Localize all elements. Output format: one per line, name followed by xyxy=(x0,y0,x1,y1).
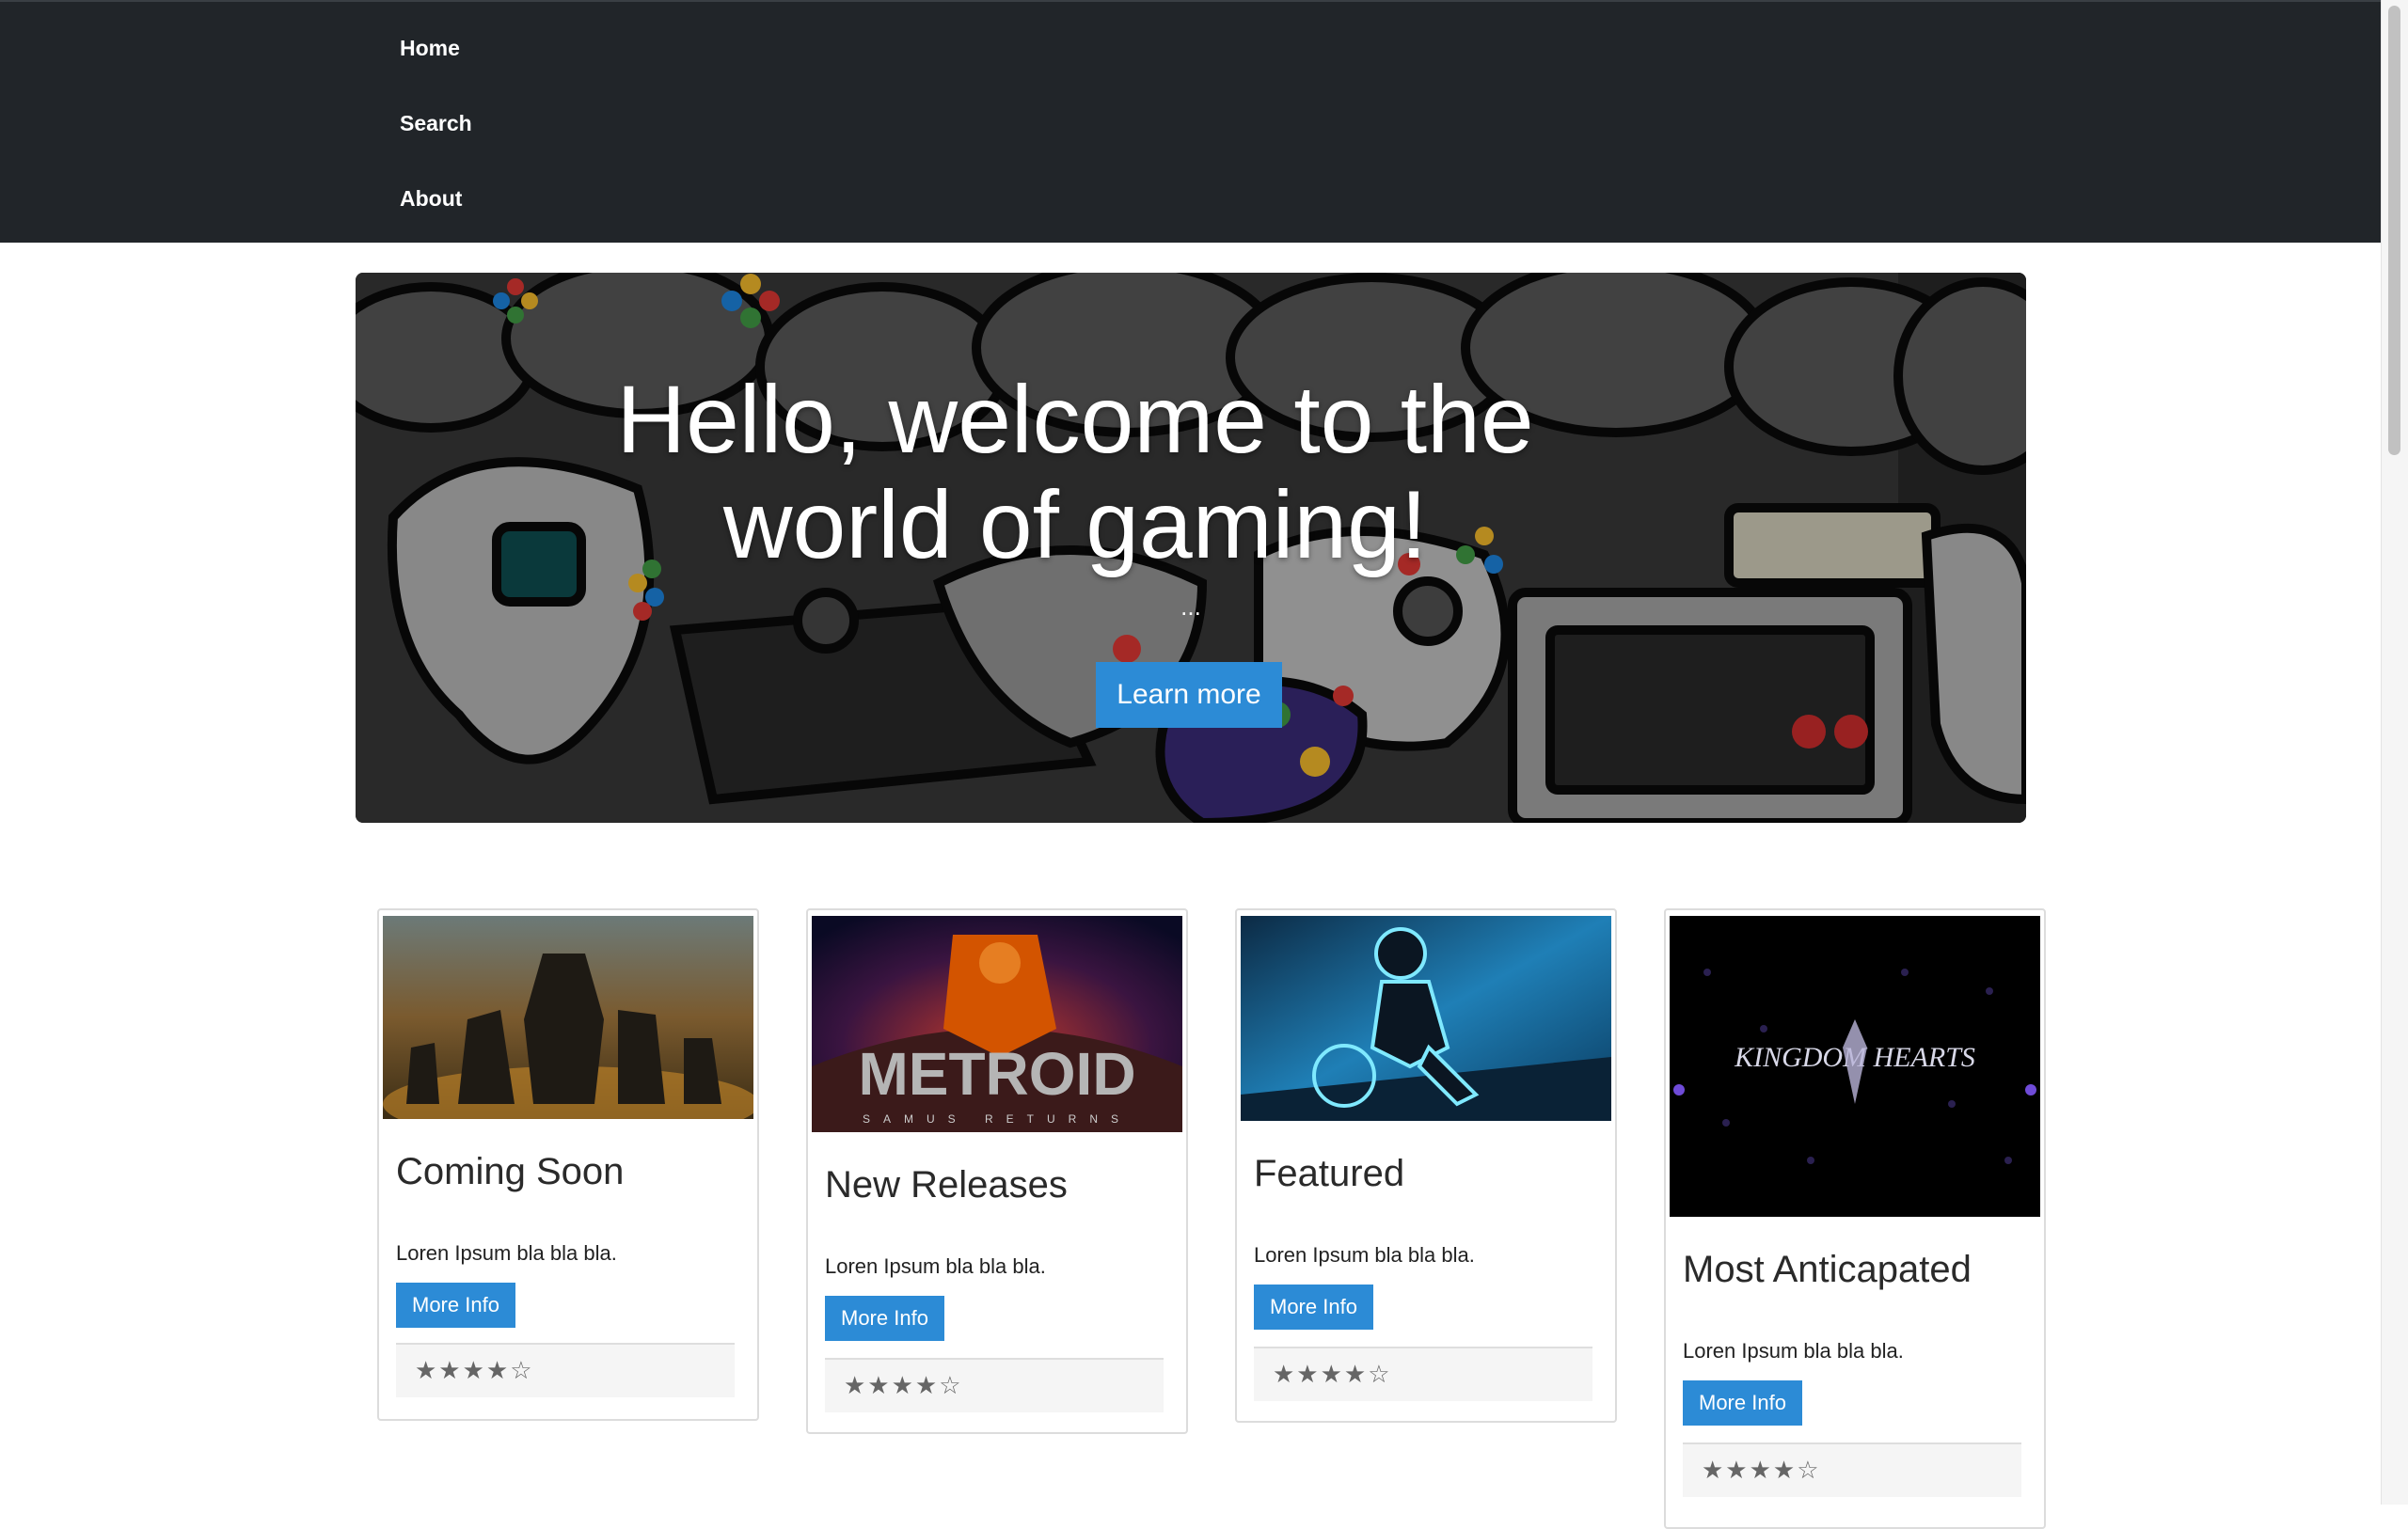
hero-jumbotron: Hello, welcome to the world of gaming! .… xyxy=(356,273,2026,823)
card-text: Loren Ipsum bla bla bla. xyxy=(1683,1339,1904,1363)
card-title: New Releases xyxy=(825,1164,1068,1206)
more-info-button[interactable]: More Info xyxy=(1254,1285,1373,1330)
card-coming-soon: Coming Soon Loren Ipsum bla bla bla. Mor… xyxy=(377,908,759,1421)
nav-search-link[interactable]: Search xyxy=(400,109,472,137)
scrollbar-thumb[interactable] xyxy=(2388,6,2400,455)
metroid-logo-text: METROID xyxy=(858,1040,1135,1108)
card-new-releases: METROID SAMUS RETURNS New Releases Loren… xyxy=(806,908,1188,1434)
kingdom-hearts-image: KINGDOM HEARTS xyxy=(1670,916,2040,1217)
card-title: Coming Soon xyxy=(396,1151,625,1192)
card-text: Loren Ipsum bla bla bla. xyxy=(1254,1243,1475,1267)
card-rating: ★★★★☆ xyxy=(1683,1442,2021,1497)
card-rating: ★★★★☆ xyxy=(825,1358,1164,1412)
card-title: Featured xyxy=(1254,1153,1405,1194)
more-info-button[interactable]: More Info xyxy=(1683,1380,1802,1426)
nav-home-link[interactable]: Home xyxy=(400,34,460,62)
card-rating: ★★★★☆ xyxy=(396,1343,735,1397)
card-title: Most Anticapated xyxy=(1683,1249,1972,1290)
more-info-button[interactable]: More Info xyxy=(396,1283,515,1328)
card-text: Loren Ipsum bla bla bla. xyxy=(396,1241,617,1265)
nav-about-link[interactable]: About xyxy=(400,184,462,213)
card-rating: ★★★★☆ xyxy=(1254,1347,1592,1401)
metroid-samus-returns-image: METROID SAMUS RETURNS xyxy=(812,916,1182,1132)
card-most-anticipated: KINGDOM HEARTS Most Anticapated Loren Ip… xyxy=(1664,908,2046,1529)
card-featured: Featured Loren Ipsum bla bla bla. More I… xyxy=(1235,908,1617,1423)
more-info-button[interactable]: More Info xyxy=(825,1296,944,1341)
svg-text:SAMUS RETURNS: SAMUS RETURNS xyxy=(863,1112,1132,1126)
tron-image xyxy=(1241,916,1611,1121)
learn-more-button[interactable]: Learn more xyxy=(1096,662,1282,728)
hero-subtitle: ... xyxy=(1180,592,1201,621)
hero-title: Hello, welcome to the world of gaming! xyxy=(616,366,1534,578)
gears-of-war-image xyxy=(383,916,753,1119)
card-text: Loren Ipsum bla bla bla. xyxy=(825,1254,1046,1278)
top-navbar: Home Search About xyxy=(0,0,2381,243)
